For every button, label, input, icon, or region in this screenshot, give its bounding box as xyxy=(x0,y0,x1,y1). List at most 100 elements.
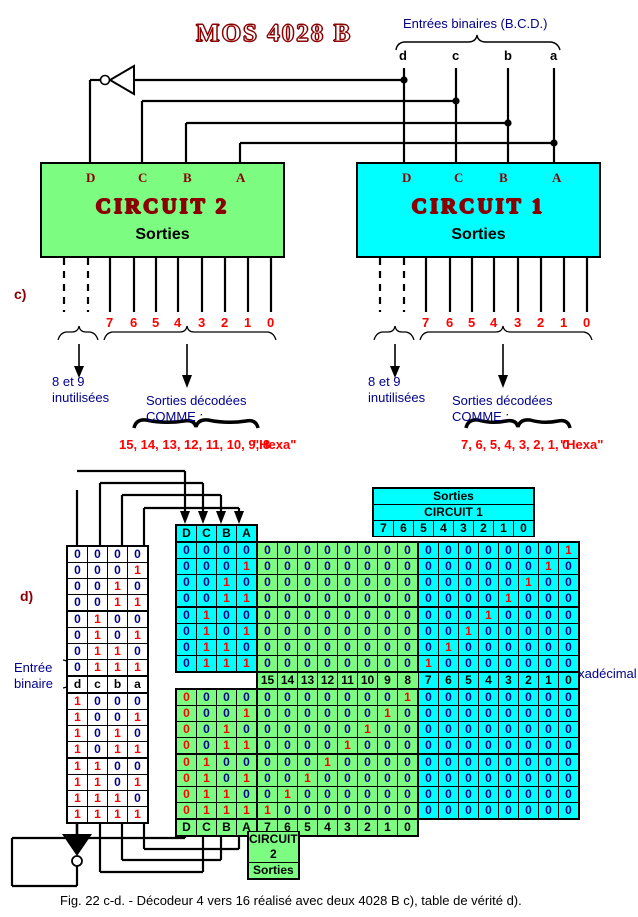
dcba-bit: 1 xyxy=(216,574,237,591)
input-bit: 1 xyxy=(66,709,88,726)
hex-col-3: 3 xyxy=(498,671,519,690)
output-bit: 0 xyxy=(558,802,580,820)
output-bit: 0 xyxy=(277,770,298,787)
output-bit: 0 xyxy=(438,655,459,673)
output-bit: 0 xyxy=(357,623,378,640)
circuit2-col-4: 4 xyxy=(317,818,338,837)
output-bit: 1 xyxy=(297,770,318,787)
dcba-bit: 0 xyxy=(175,639,197,656)
dcba-bit: 0 xyxy=(236,574,258,591)
output-bit: 0 xyxy=(337,541,358,559)
chip-circuit-1[interactable]: D C B A CIRCUIT 1 Sorties xyxy=(356,162,601,258)
output-bit: 0 xyxy=(277,574,298,591)
output-bit: 0 xyxy=(297,786,318,803)
input-bit: 1 xyxy=(127,774,149,791)
chip1-pin-A: A xyxy=(552,170,562,185)
spacer xyxy=(539,525,559,542)
output-bit: 1 xyxy=(277,786,298,803)
output-bit: 1 xyxy=(458,623,479,640)
output-bit: 0 xyxy=(277,639,298,656)
dcba-bit: 0 xyxy=(236,688,258,706)
output-bit: 0 xyxy=(518,770,539,787)
dcba-bit: 1 xyxy=(196,786,217,803)
output-bit: 0 xyxy=(317,770,338,787)
output-bit: 0 xyxy=(458,705,479,722)
table-row: 0001 xyxy=(66,562,149,579)
output-bit: 1 xyxy=(438,639,459,656)
output-bit: 0 xyxy=(498,623,519,640)
chip2-out-7: 7 xyxy=(106,315,114,330)
output-bit: 0 xyxy=(538,590,559,608)
input-bit: 1 xyxy=(87,610,108,628)
dcba-bit: 0 xyxy=(236,786,258,803)
bottom-dcba-B: B xyxy=(216,818,237,837)
hex-col-8: 8 xyxy=(397,671,419,690)
input-header-b: b xyxy=(107,675,128,694)
input-bit: 1 xyxy=(87,643,108,660)
output-bit: 0 xyxy=(256,558,278,575)
chip1-pin-B: B xyxy=(499,170,508,185)
output-bit: 0 xyxy=(337,770,358,787)
output-bit: 0 xyxy=(478,688,499,706)
output-bit: 1 xyxy=(538,558,559,575)
output-bit: 0 xyxy=(417,802,439,820)
output-bit: 0 xyxy=(297,606,318,624)
output-bit: 0 xyxy=(417,590,439,608)
dcba-bit: 0 xyxy=(216,705,237,722)
spacer xyxy=(479,819,499,836)
dcba-bit: 1 xyxy=(196,623,217,640)
output-bit: 0 xyxy=(438,802,459,820)
input-bit: 1 xyxy=(66,790,88,807)
output-bit: 0 xyxy=(256,639,278,656)
output-bit: 1 xyxy=(317,753,338,771)
output-bit: 0 xyxy=(357,705,378,722)
output-bit: 0 xyxy=(458,786,479,803)
output-bit: 0 xyxy=(478,574,499,591)
top-dcba-B: B xyxy=(216,524,237,543)
output-bit: 0 xyxy=(277,721,298,738)
output-bit: 0 xyxy=(297,541,318,559)
hex-col-13: 13 xyxy=(297,671,318,690)
output-bit: 0 xyxy=(337,753,358,771)
chip1-pin-C: C xyxy=(454,170,464,185)
input-bit: 0 xyxy=(66,562,88,579)
dcba-bit: 1 xyxy=(216,737,237,755)
output-bit: 0 xyxy=(317,802,338,820)
input-bit: 0 xyxy=(87,692,108,710)
output-bit: 0 xyxy=(297,721,318,738)
output-bit: 0 xyxy=(417,705,439,722)
output-bit: 0 xyxy=(458,541,479,559)
output-bit: 0 xyxy=(417,623,439,640)
input-bit: 0 xyxy=(107,774,128,791)
chip1-unused-line1: 8 et 9 xyxy=(368,374,401,389)
table-row: 1100 xyxy=(66,757,149,775)
output-bit: 0 xyxy=(277,623,298,640)
table-row: CIRCUIT 2 xyxy=(247,831,300,863)
output-bit: 0 xyxy=(397,590,419,608)
output-bit: 0 xyxy=(337,558,358,575)
output-bit: 0 xyxy=(397,721,419,738)
output-bit: 0 xyxy=(518,721,539,738)
dcba-bit: 0 xyxy=(175,541,197,559)
output-bit: 0 xyxy=(558,606,580,624)
chip-circuit-2[interactable]: D C B A CIRCUIT 2 Sorties xyxy=(40,162,285,258)
output-bit: 0 xyxy=(498,770,519,787)
dcba-bit: 0 xyxy=(196,705,217,722)
dcba-bit: 1 xyxy=(236,590,258,608)
output-bit: 0 xyxy=(317,639,338,656)
table-row: CIRCUIT 1 xyxy=(372,504,535,521)
output-bit: 0 xyxy=(498,802,519,820)
input-header-a: a xyxy=(127,675,149,694)
output-bit: 0 xyxy=(538,753,559,771)
output-bit: 0 xyxy=(297,753,318,771)
output-bit: 0 xyxy=(256,541,278,559)
output-bit: 0 xyxy=(518,802,539,820)
output-bit: 0 xyxy=(377,590,398,608)
dcba-bit: 0 xyxy=(175,574,197,591)
output-bit: 0 xyxy=(538,688,559,706)
circuit2-name-header: CIRCUIT 2 xyxy=(247,831,300,863)
output-bit: 0 xyxy=(478,753,499,771)
chip2-unused-line1: 8 et 9 xyxy=(52,374,85,389)
dcba-bit: 0 xyxy=(196,688,217,706)
dcba-bit: 1 xyxy=(236,558,258,575)
